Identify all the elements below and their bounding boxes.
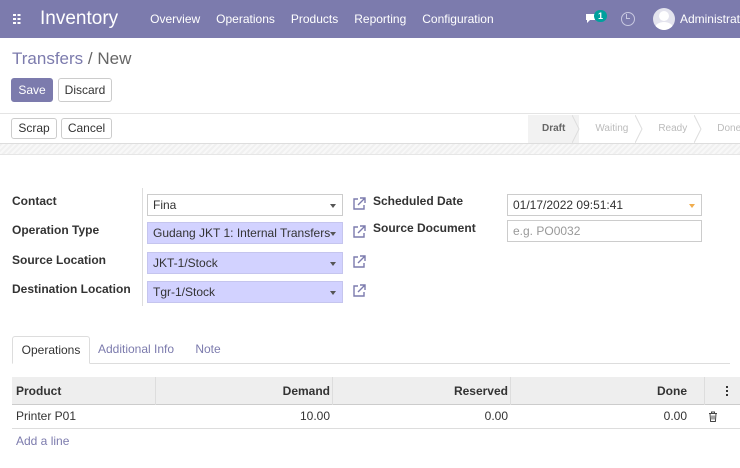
main-menu: Overview Operations Products Reporting C… <box>150 12 510 26</box>
activity-clock-icon[interactable] <box>620 12 635 26</box>
discard-button[interactable]: Discard <box>58 78 112 102</box>
form-statusbar: Scrap Cancel Draft Waiting Ready Done <box>0 113 740 143</box>
column-reserved[interactable]: Reserved <box>332 377 508 405</box>
tab-additional-info[interactable]: Additional Info <box>96 336 176 364</box>
cell-demand[interactable]: 10.00 <box>155 405 330 429</box>
breadcrumb-transfers[interactable]: Transfers <box>12 49 83 68</box>
notebook-tabs: Operations Additional Info Note <box>12 336 730 364</box>
stage-done-label: Done <box>717 123 740 134</box>
operations-table-header: Product Demand Reserved Done <box>12 377 740 405</box>
chat-button[interactable]: 1 <box>585 0 611 38</box>
contact-label: Contact <box>12 194 57 208</box>
cell-product[interactable]: Printer P01 <box>16 405 76 429</box>
sheet-top-border <box>0 143 740 155</box>
apps-menu-icon[interactable] <box>0 0 38 38</box>
column-done[interactable]: Done <box>510 377 687 405</box>
contact-field[interactable]: Fina <box>147 194 343 216</box>
menu-reporting[interactable]: Reporting <box>354 12 406 26</box>
chevron-down-icon <box>330 204 336 208</box>
external-link-icon[interactable] <box>352 284 366 298</box>
scheduled-date-field[interactable]: 01/17/2022 09:51:41 <box>507 194 702 216</box>
breadcrumb-current: New <box>97 49 132 68</box>
breadcrumb: Transfers / New <box>12 49 131 69</box>
operation-type-label: Operation Type <box>12 223 100 237</box>
menu-operations[interactable]: Operations <box>216 12 275 26</box>
breadcrumb-separator: / <box>87 49 93 68</box>
stage-draft-label: Draft <box>542 123 566 134</box>
top-navbar: Inventory Overview Operations Products R… <box>0 0 740 38</box>
chevron-down-icon <box>330 232 336 236</box>
scrap-button[interactable]: Scrap <box>11 118 57 139</box>
column-product[interactable]: Product <box>16 377 61 405</box>
source-location-label: Source Location <box>12 253 107 267</box>
chevron-down-icon <box>330 291 336 295</box>
external-link-icon[interactable] <box>352 255 366 269</box>
save-button[interactable]: Save <box>11 78 53 102</box>
contact-value: Fina <box>153 198 177 212</box>
stage-ready-label: Ready <box>658 123 688 134</box>
cancel-button[interactable]: Cancel <box>61 118 112 139</box>
chevron-down-icon <box>689 204 695 208</box>
stage-ready[interactable]: Ready <box>642 115 702 143</box>
add-line-link[interactable]: Add a line <box>16 434 69 448</box>
stage-pipeline: Draft Waiting Ready Done <box>528 115 740 143</box>
destination-location-label: Destination Location <box>12 282 131 296</box>
app-name[interactable]: Inventory <box>40 8 118 30</box>
stage-draft[interactable]: Draft <box>528 115 580 143</box>
scheduled-date-label: Scheduled Date <box>373 194 464 208</box>
tab-operations[interactable]: Operations <box>12 336 90 364</box>
source-document-placeholder: e.g. PO0032 <box>513 224 581 238</box>
table-row[interactable]: Printer P01 10.00 0.00 0.00 <box>12 405 740 429</box>
label-divider <box>142 188 143 306</box>
source-document-field[interactable]: e.g. PO0032 <box>507 220 702 242</box>
external-link-icon[interactable] <box>352 225 366 239</box>
optional-columns-icon[interactable] <box>726 386 729 398</box>
stage-waiting[interactable]: Waiting <box>579 115 643 143</box>
user-avatar[interactable] <box>652 8 675 30</box>
menu-configuration[interactable]: Configuration <box>422 12 493 26</box>
external-link-icon[interactable] <box>352 197 366 211</box>
source-location-field[interactable]: JKT-1/Stock <box>147 252 343 274</box>
chat-count-badge: 1 <box>593 10 607 22</box>
operation-type-field[interactable]: Gudang JKT 1: Internal Transfers <box>147 222 343 244</box>
tab-note[interactable]: Note <box>188 336 228 364</box>
navbar-systray: 1 Administrat <box>585 0 740 38</box>
column-demand[interactable]: Demand <box>155 377 330 405</box>
chevron-down-icon <box>330 262 336 266</box>
user-name[interactable]: Administrat <box>680 12 740 26</box>
menu-products[interactable]: Products <box>291 12 338 26</box>
cell-done[interactable]: 0.00 <box>510 405 687 429</box>
menu-overview[interactable]: Overview <box>150 12 200 26</box>
scheduled-date-value: 01/17/2022 09:51:41 <box>513 198 624 212</box>
source-location-value: JKT-1/Stock <box>153 256 218 270</box>
trash-icon[interactable] <box>708 411 718 422</box>
operation-type-value: Gudang JKT 1: Internal Transfers <box>153 226 331 240</box>
source-document-label: Source Document <box>373 221 476 235</box>
column-divider <box>704 377 705 405</box>
stage-waiting-label: Waiting <box>595 123 629 134</box>
destination-location-value: Tgr-1/Stock <box>153 285 216 299</box>
destination-location-field[interactable]: Tgr-1/Stock <box>147 281 343 303</box>
cell-reserved: 0.00 <box>484 409 508 423</box>
